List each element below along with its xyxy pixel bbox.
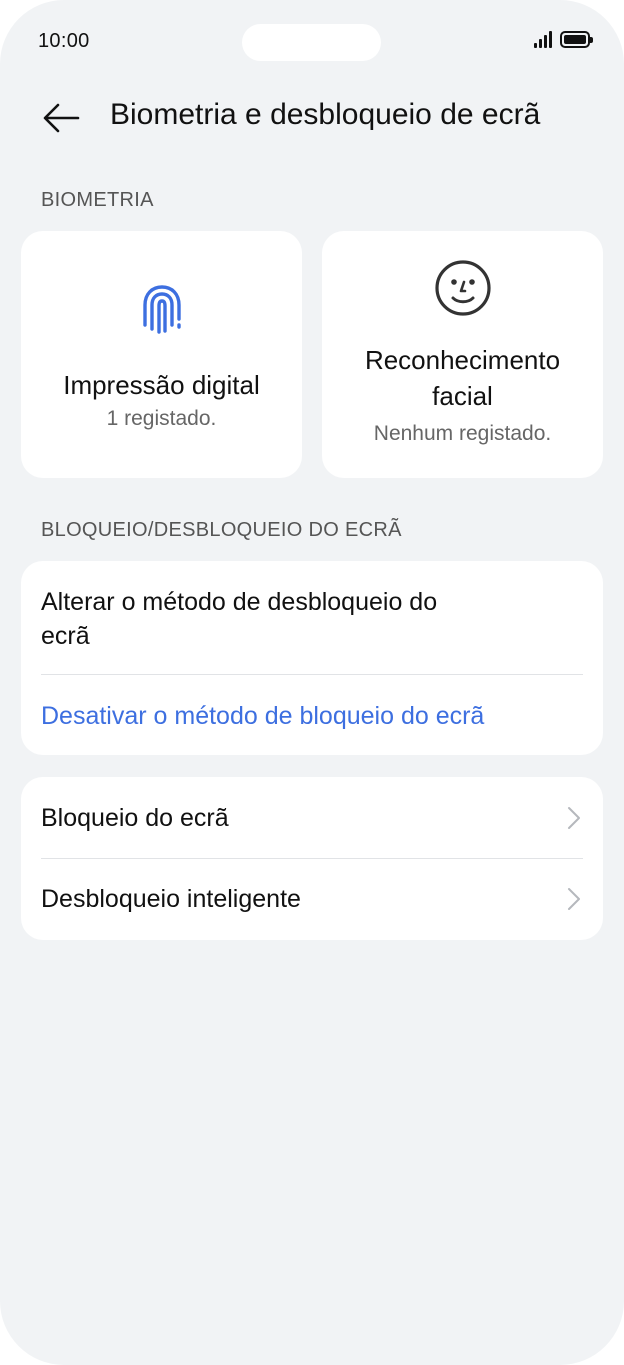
section-label-biometrics: BIOMETRIA xyxy=(41,189,154,211)
back-button[interactable] xyxy=(36,96,86,140)
divider xyxy=(41,674,583,675)
camera-pill xyxy=(242,24,381,61)
phone-screen: 10:00 Biometria e desbloqueio de ecrã BI… xyxy=(0,0,624,1365)
battery-icon xyxy=(560,30,593,48)
chevron-right-icon xyxy=(568,806,580,829)
fingerprint-card[interactable]: Impressão digital 1 registado. xyxy=(21,231,302,478)
disable-lock-method-link[interactable]: Desativar o método de bloqueio do ecrã xyxy=(41,699,583,733)
smart-unlock-label: Desbloqueio inteligente xyxy=(41,885,301,913)
signal-icon xyxy=(534,30,552,48)
face-title-line1: Reconhecimento xyxy=(364,345,561,375)
lock-screen-label: Bloqueio do ecrã xyxy=(41,803,229,832)
smart-unlock-row[interactable]: Desbloqueio inteligente xyxy=(21,858,603,940)
smiley-face-icon xyxy=(434,260,491,316)
fingerprint-title: Impressão digital xyxy=(63,370,260,400)
arrow-left-icon xyxy=(43,103,80,133)
change-unlock-method-line1: Alterar o método de desbloqueio do xyxy=(41,588,438,616)
face-recognition-card[interactable]: Reconhecimento facial Nenhum registado. xyxy=(322,231,603,478)
chevron-right-icon xyxy=(568,888,580,910)
face-subtitle: Nenhum registado. xyxy=(373,422,552,445)
change-unlock-method-line2: ecrã xyxy=(41,622,90,650)
app-header: Biometria e desbloqueio de ecrã xyxy=(0,88,624,148)
fingerprint-subtitle: 1 registado. xyxy=(106,407,217,430)
section-label-lock: BLOQUEIO/DESBLOQUEIO DO ECRÃ xyxy=(41,519,402,541)
status-icons xyxy=(534,30,593,48)
status-time: 10:00 xyxy=(38,30,90,52)
change-unlock-method-row[interactable]: Alterar o método de desbloqueio do ecrã xyxy=(21,561,603,674)
page-title: Biometria e desbloqueio de ecrã xyxy=(110,98,541,131)
disable-lock-method-row[interactable]: Desativar o método de bloqueio do ecrã xyxy=(21,699,603,733)
unlock-method-card: Alterar o método de desbloqueio do ecrã … xyxy=(21,561,603,755)
face-title-line2: facial xyxy=(432,381,493,411)
lock-screen-row[interactable]: Bloqueio do ecrã xyxy=(21,777,603,858)
fingerprint-icon-wrap xyxy=(135,279,189,339)
status-bar: 10:00 xyxy=(0,0,624,84)
fingerprint-icon xyxy=(142,285,181,334)
face-icon-wrap xyxy=(433,258,493,318)
lock-settings-card: Bloqueio do ecrã Desbloqueio inteligente xyxy=(21,777,603,940)
